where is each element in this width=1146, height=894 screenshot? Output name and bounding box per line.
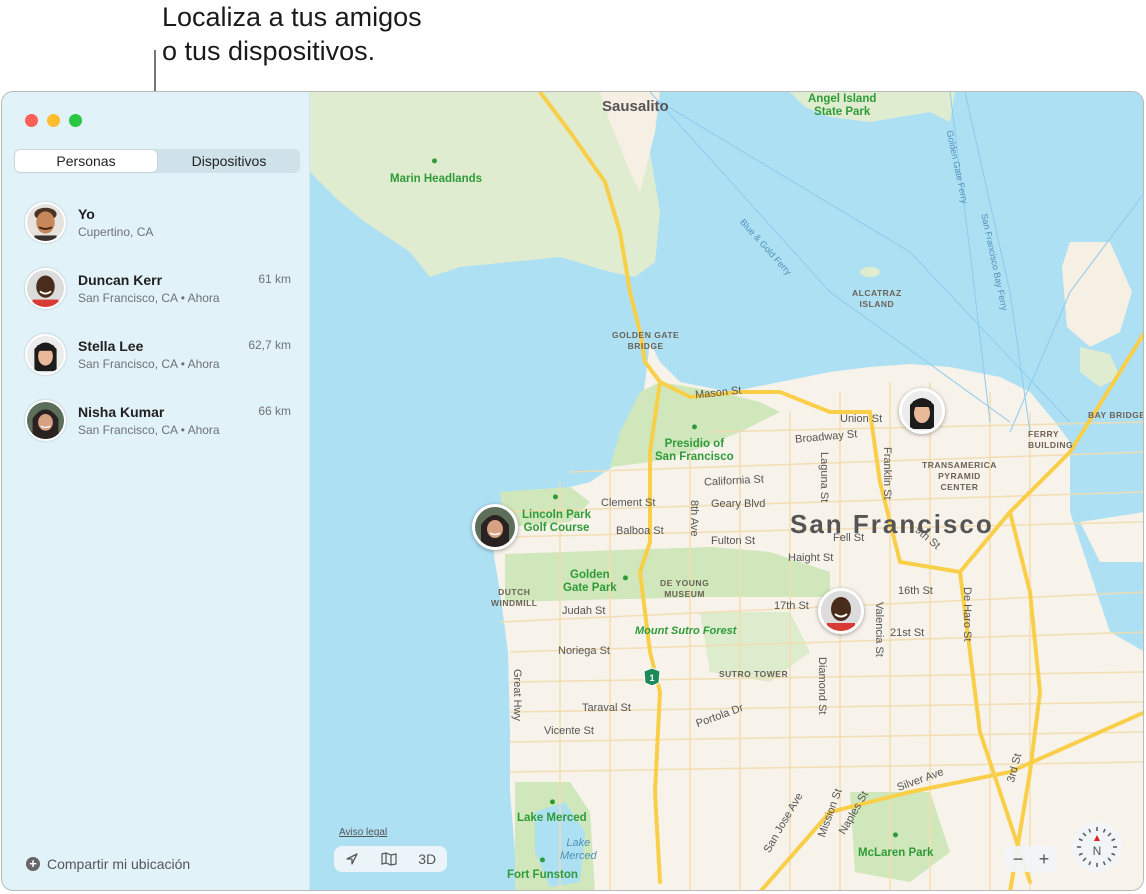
- location-arrow-icon[interactable]: [345, 852, 359, 866]
- person-location: San Francisco, CA • Ahora: [78, 357, 220, 371]
- map-icon[interactable]: [380, 852, 397, 866]
- label-presidio: Presidio of San Francisco: [655, 438, 734, 463]
- person-item-stella-lee[interactable]: Stella Lee San Francisco, CA • Ahora 62,…: [2, 330, 310, 396]
- close-window-button[interactable]: [25, 114, 38, 127]
- person-distance: 61 km: [258, 272, 291, 286]
- street-franklin: Franklin St: [881, 447, 893, 500]
- callout-line-1: Localiza a tus amigos: [162, 2, 422, 32]
- label-transamerica: TRANSAMERICA PYRAMID CENTER: [922, 460, 997, 492]
- callout-line-2: o tus dispositivos.: [162, 36, 376, 66]
- street-valencia: Valencia St: [873, 602, 885, 657]
- label-fort-funston: Fort Funston: [507, 869, 578, 881]
- callout-annotation: Localiza a tus amigos o tus dispositivos…: [162, 0, 422, 68]
- avatar-duncan-kerr: [25, 268, 66, 309]
- person-name: Yo: [78, 206, 95, 222]
- street-fell: Fell St: [833, 532, 865, 544]
- tab-personas[interactable]: Personas: [15, 150, 157, 172]
- share-location-button[interactable]: + Compartir mi ubicación: [26, 856, 190, 872]
- label-ferry-building: FERRY BUILDING: [1028, 429, 1074, 450]
- street-judah: Judah St: [562, 605, 606, 617]
- zoom-control: − +: [1005, 846, 1057, 872]
- street-laguna: Laguna St: [818, 452, 830, 503]
- zoom-in-button[interactable]: +: [1039, 849, 1050, 870]
- person-location: San Francisco, CA • Ahora: [78, 423, 220, 437]
- person-distance: 62,7 km: [248, 338, 291, 352]
- view-segmented-control: Personas Dispositivos: [14, 149, 300, 173]
- person-item-duncan-kerr[interactable]: Duncan Kerr San Francisco, CA • Ahora 61…: [2, 264, 310, 330]
- person-distance: 66 km: [258, 404, 291, 418]
- compass-icon: N: [1077, 827, 1117, 867]
- compass-north-label: N: [1093, 844, 1102, 858]
- label-de-young: DE YOUNG MUSEUM: [660, 578, 710, 599]
- street-great-hwy: Great Hwy: [511, 669, 523, 721]
- street-diamond: Diamond St: [816, 657, 828, 715]
- street-17th: 17th St: [774, 600, 809, 612]
- label-lake-merced-water: Lake Merced: [560, 837, 597, 862]
- label-golden-gate-bridge: GOLDEN GATE BRIDGE: [612, 330, 680, 351]
- street-21st: 21st St: [890, 627, 925, 639]
- map-view[interactable]: Sausalito San Francisco Angel Island Sta…: [310, 92, 1144, 890]
- street-de-haro: De Haro St: [961, 587, 973, 642]
- highway-shield-number: 1: [649, 673, 654, 683]
- highway-1-shield-icon: 1: [643, 667, 661, 687]
- street-taraval: Taraval St: [582, 702, 631, 714]
- park-tree-icon: ●: [622, 572, 629, 584]
- map-pin-nisha-kumar[interactable]: [472, 504, 518, 550]
- label-golden-gate-park: Golden Gate Park: [563, 569, 617, 594]
- street-geary: Geary Blvd: [711, 498, 766, 510]
- label-bay-bridge: BAY BRIDGE: [1088, 410, 1144, 420]
- label-sutro-tower: SUTRO TOWER: [719, 669, 789, 679]
- label-lincoln-park: Lincoln Park Golf Course: [522, 509, 592, 534]
- avatar-me: [25, 202, 66, 243]
- people-list: Yo Cupertino, CA Duncan Kerr San Francis…: [2, 198, 310, 462]
- person-name: Nisha Kumar: [78, 404, 165, 420]
- label-sausalito: Sausalito: [602, 98, 669, 115]
- label-angel-island: Angel Island State Park: [808, 93, 877, 118]
- tab-dispositivos[interactable]: Dispositivos: [158, 149, 300, 173]
- park-tree-icon: ●: [691, 421, 698, 433]
- street-vicente: Vicente St: [544, 725, 594, 737]
- plus-circle-icon: +: [26, 857, 40, 871]
- street-haight: Haight St: [788, 552, 834, 564]
- park-tree-icon: ●: [549, 796, 556, 808]
- street-balboa: Balboa St: [616, 525, 664, 537]
- find-my-window: Personas Dispositivos Yo Cupertino, CA D…: [1, 91, 1144, 891]
- label-marin-headlands: Marin Headlands: [390, 173, 483, 185]
- label-mclaren-park: McLaren Park: [858, 847, 934, 859]
- 3d-button[interactable]: 3D: [418, 851, 436, 867]
- maximize-window-button[interactable]: [69, 114, 82, 127]
- label-alcatraz: ALCATRAZ ISLAND: [852, 288, 902, 309]
- map-pin-duncan-kerr[interactable]: [818, 588, 864, 634]
- share-location-label: Compartir mi ubicación: [47, 856, 191, 872]
- avatar-nisha-kumar: [25, 400, 66, 441]
- street-16th: 16th St: [898, 585, 933, 597]
- street-noriega: Noriega St: [558, 645, 610, 657]
- street-8th-ave: 8th Ave: [688, 500, 700, 537]
- person-name: Duncan Kerr: [78, 272, 163, 288]
- person-name: Stella Lee: [78, 338, 144, 354]
- golf-icon: ●: [552, 491, 559, 503]
- park-tree-icon: ●: [431, 155, 438, 167]
- map-mode-control: 3D: [334, 846, 447, 872]
- person-location: Cupertino, CA: [78, 225, 154, 239]
- label-lake-merced: Lake Merced: [517, 812, 587, 824]
- minimize-window-button[interactable]: [47, 114, 60, 127]
- park-tree-icon: ●: [539, 854, 546, 866]
- legal-notice-link[interactable]: Aviso legal: [339, 827, 387, 838]
- park-tree-icon: ●: [892, 829, 899, 841]
- person-item-nisha-kumar[interactable]: Nisha Kumar San Francisco, CA • Ahora 66…: [2, 396, 310, 462]
- person-item-me[interactable]: Yo Cupertino, CA: [2, 198, 310, 264]
- avatar-stella-lee: [25, 334, 66, 375]
- label-san-francisco: San Francisco: [790, 509, 994, 539]
- label-dutch-windmill: DUTCH WINDMILL: [491, 587, 538, 608]
- sidebar: Personas Dispositivos Yo Cupertino, CA D…: [2, 92, 310, 890]
- person-location: San Francisco, CA • Ahora: [78, 291, 220, 305]
- zoom-out-button[interactable]: −: [1013, 849, 1024, 870]
- label-mount-sutro: Mount Sutro Forest: [635, 625, 737, 637]
- street-fulton: Fulton St: [711, 535, 756, 547]
- street-union: Union St: [840, 413, 883, 425]
- street-clement: Clement St: [601, 497, 656, 509]
- map-pin-stella-lee[interactable]: [899, 388, 945, 434]
- compass-button[interactable]: N: [1072, 822, 1122, 872]
